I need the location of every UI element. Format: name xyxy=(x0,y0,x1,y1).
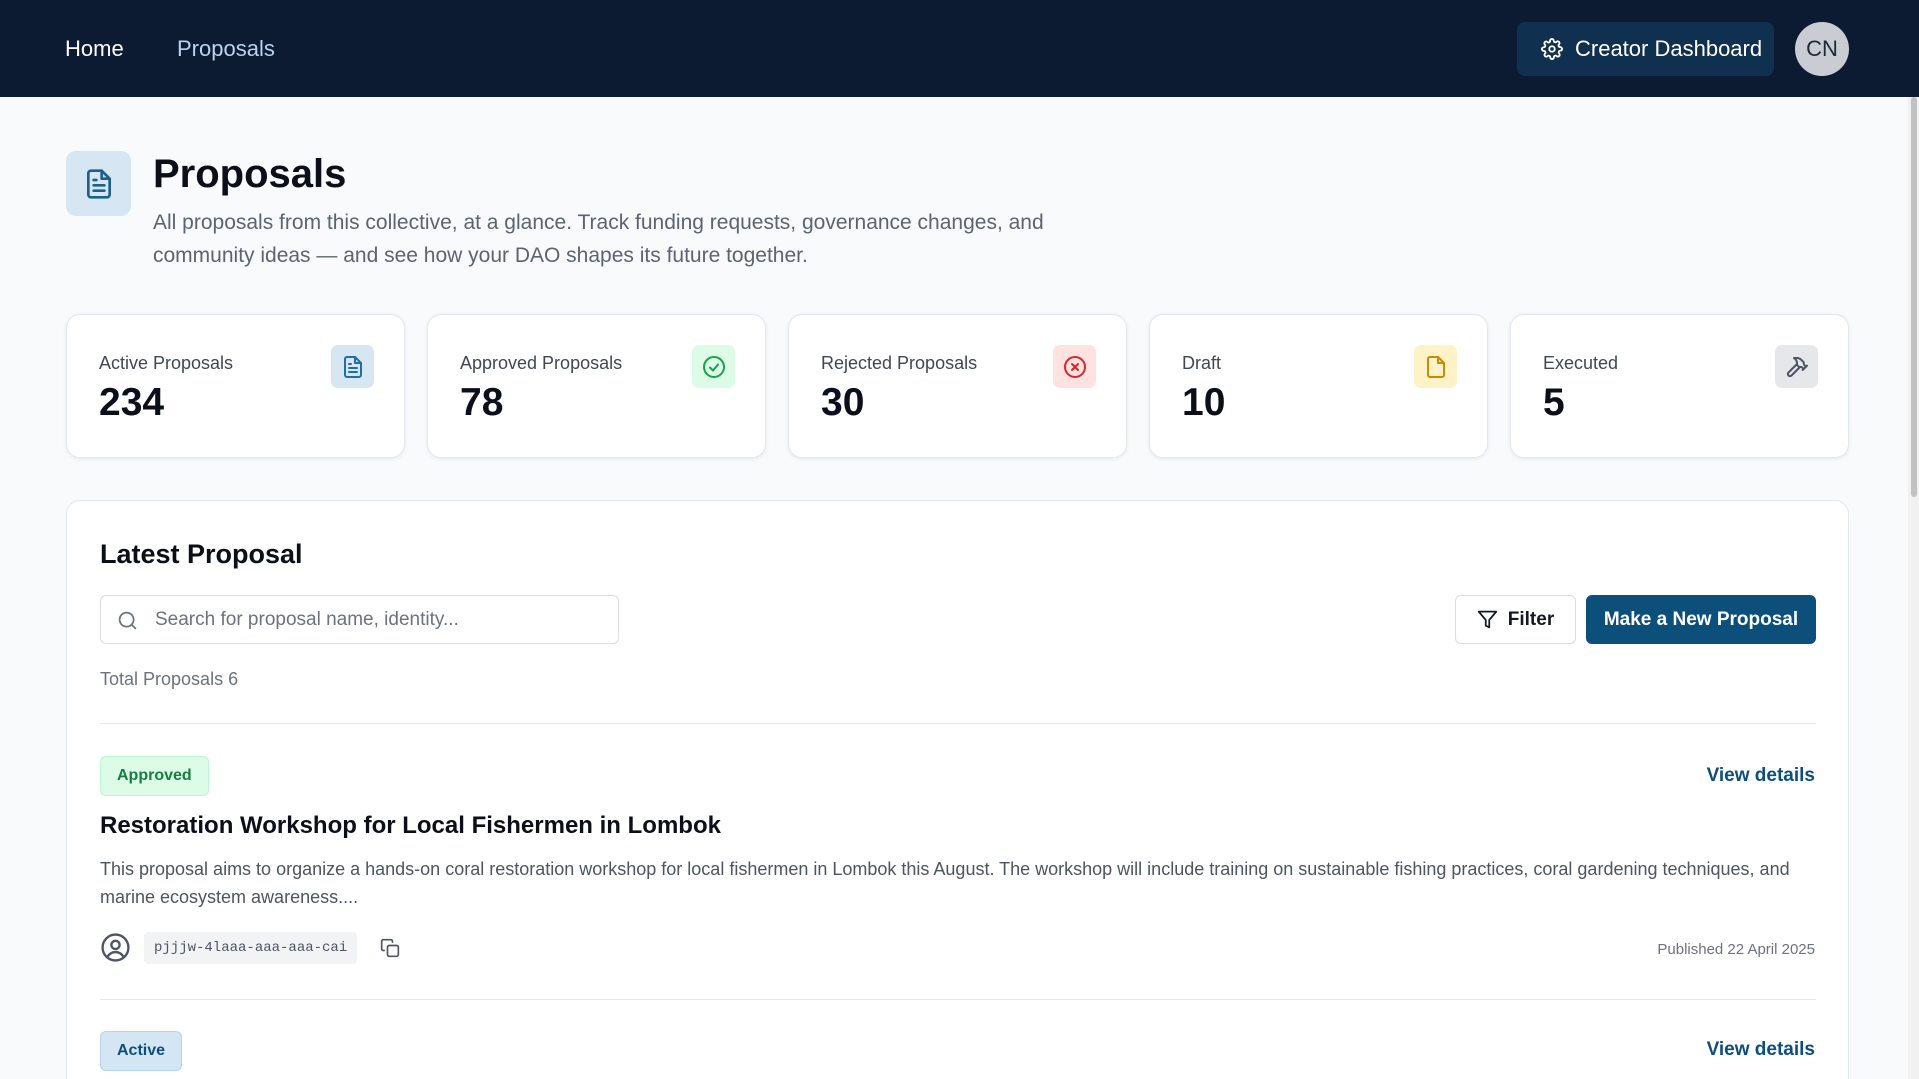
page-title: Proposals xyxy=(153,152,347,196)
stat-card-active: Active Proposals 234 xyxy=(66,314,405,458)
nav-proposals-link[interactable]: Proposals xyxy=(177,36,275,62)
total-proposals-count: Total Proposals 6 xyxy=(100,669,239,689)
section-title: Latest Proposal xyxy=(100,539,303,569)
search-box xyxy=(100,595,619,644)
latest-proposal-card: Latest Proposal Filter Make a New Propos… xyxy=(66,500,1849,1079)
x-circle-icon xyxy=(1063,355,1086,378)
stat-card-executed: Executed 5 xyxy=(1510,314,1849,458)
stat-label: Executed xyxy=(1543,353,1619,373)
copy-icon[interactable] xyxy=(380,938,400,958)
document-icon xyxy=(343,355,362,378)
file-icon xyxy=(1426,355,1445,378)
divider xyxy=(100,723,1816,724)
scrollbar-thumb[interactable] xyxy=(1911,97,1917,497)
stat-value: 5 xyxy=(1543,381,1565,424)
stat-value: 10 xyxy=(1182,381,1226,424)
nav-home-link[interactable]: Home xyxy=(65,36,124,62)
creator-dashboard-button[interactable]: Creator Dashboard xyxy=(1517,22,1774,76)
published-date: Published 22 April 2025 xyxy=(1657,941,1815,958)
stat-icon-box xyxy=(1414,345,1457,388)
status-badge: Approved xyxy=(100,756,209,796)
new-proposal-button[interactable]: Make a New Proposal xyxy=(1586,595,1816,644)
stat-icon-box xyxy=(1053,345,1096,388)
check-circle-icon xyxy=(702,355,725,378)
stat-label: Active Proposals xyxy=(99,353,234,373)
proposal-title[interactable]: Restoration Workshop for Local Fishermen… xyxy=(100,812,721,840)
identity-pill: pjjjw-4laaa-aaa-aaa-cai xyxy=(144,932,358,964)
stat-card-rejected: Rejected Proposals 30 xyxy=(788,314,1127,458)
search-icon xyxy=(118,611,137,630)
stat-label: Draft xyxy=(1182,353,1222,373)
proposal-description: This proposal aims to organize a hands-o… xyxy=(100,859,1790,907)
stat-value: 78 xyxy=(460,381,504,424)
divider xyxy=(100,999,1816,1000)
stat-card-draft: Draft 10 xyxy=(1149,314,1488,458)
stat-label: Approved Proposals xyxy=(460,353,623,373)
filter-icon xyxy=(1477,610,1497,629)
stat-icon-box xyxy=(1775,345,1818,388)
page-header-icon-box xyxy=(66,151,131,216)
top-navbar: Home Proposals Creator Dashboard CN xyxy=(0,0,1919,97)
filter-button[interactable]: Filter xyxy=(1455,595,1576,644)
user-circle-icon xyxy=(101,933,130,962)
view-details-link[interactable]: View details xyxy=(1707,765,1815,787)
stat-icon-box xyxy=(692,345,735,388)
avatar[interactable]: CN xyxy=(1795,22,1849,76)
document-icon xyxy=(86,168,111,199)
stat-value: 234 xyxy=(99,381,165,424)
stat-card-approved: Approved Proposals 78 xyxy=(427,314,766,458)
status-badge: Active xyxy=(100,1031,183,1071)
view-details-link[interactable]: View details xyxy=(1707,1039,1815,1061)
search-input[interactable] xyxy=(155,596,605,643)
hammer-icon xyxy=(1786,356,1808,377)
stat-value: 30 xyxy=(821,381,865,424)
page-description: All proposals from this collective, at a… xyxy=(153,211,1044,267)
filter-label: Filter xyxy=(1507,608,1555,630)
creator-dashboard-label: Creator Dashboard xyxy=(1575,36,1763,61)
stat-label: Rejected Proposals xyxy=(821,353,978,373)
stat-icon-box xyxy=(331,345,374,388)
gear-icon xyxy=(1541,38,1563,60)
